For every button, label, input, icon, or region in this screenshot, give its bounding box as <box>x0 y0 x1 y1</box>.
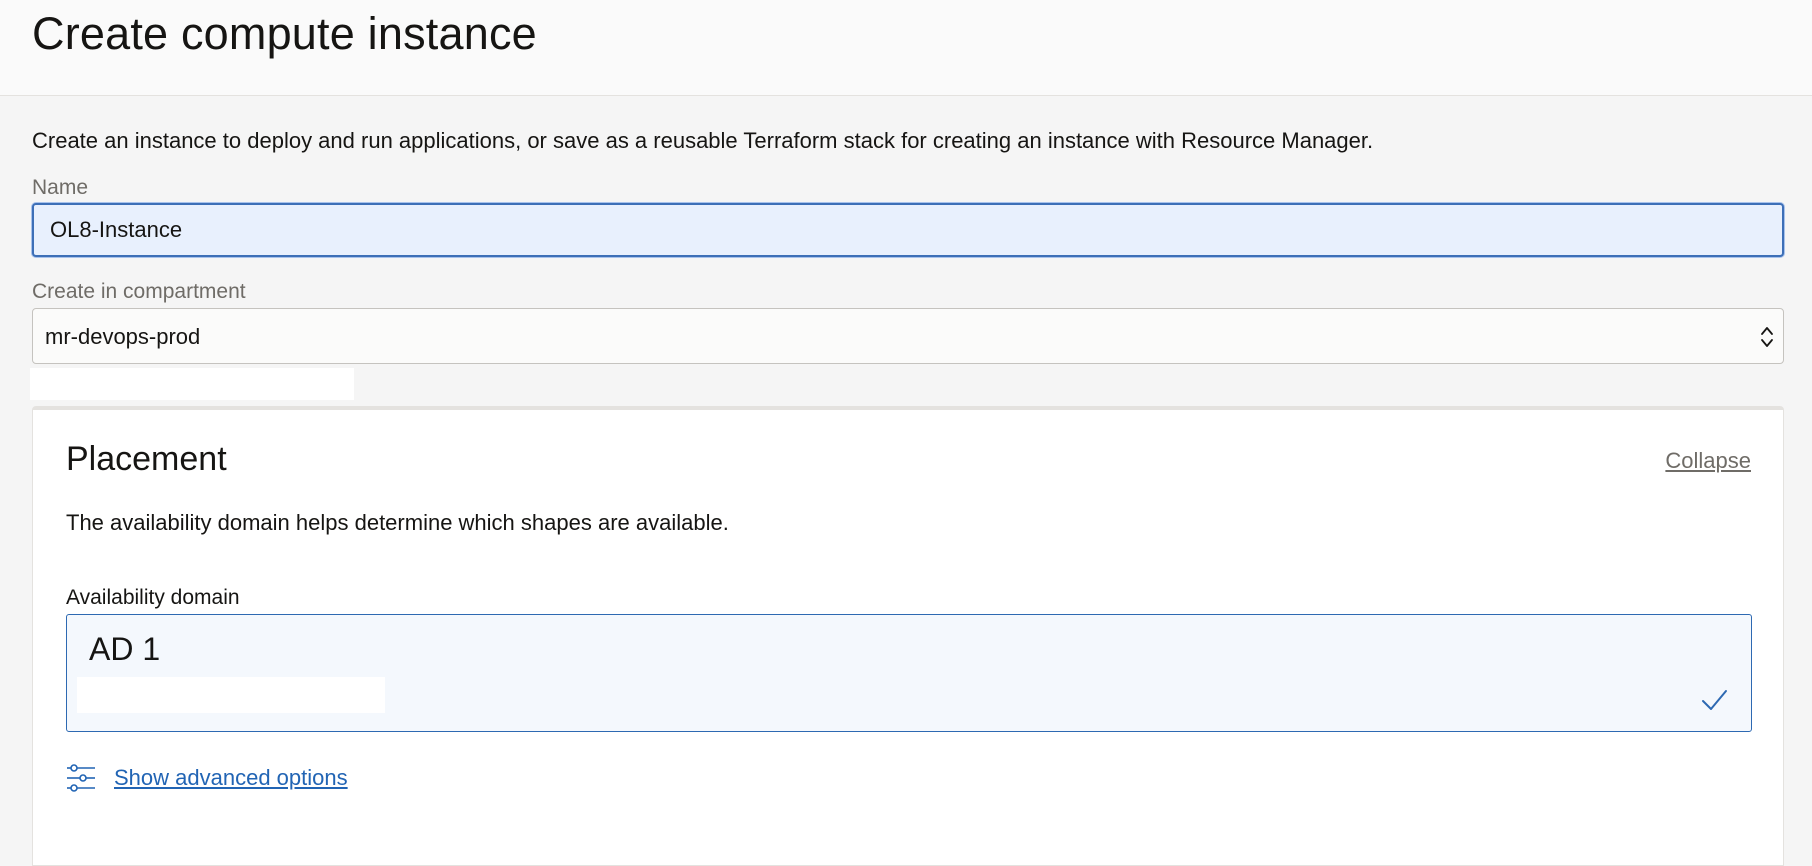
compartment-select[interactable]: mr-devops-prod <box>32 308 1784 364</box>
intro-text: Create an instance to deploy and run app… <box>32 128 1374 153</box>
sliders-icon <box>67 764 95 792</box>
check-icon <box>1702 690 1727 710</box>
name-input[interactable] <box>32 203 1784 257</box>
show-advanced-options-link[interactable]: Show advanced options <box>114 765 348 791</box>
availability-domain-name: AD 1 <box>89 631 161 667</box>
redacted-area <box>30 368 354 400</box>
compartment-label: Create in compartment <box>32 280 246 303</box>
show-advanced-options[interactable]: Show advanced options <box>66 760 348 796</box>
page-title: Create compute instance <box>32 8 537 59</box>
availability-domain-option[interactable]: AD 1 <box>66 614 1752 732</box>
page-header: Create compute instance <box>0 0 1812 96</box>
name-label: Name <box>32 176 89 199</box>
compartment-value: mr-devops-prod <box>45 324 201 349</box>
placement-description: The availability domain helps determine … <box>66 510 729 535</box>
placement-section: Placement Collapse The availability doma… <box>32 406 1784 866</box>
placement-title: Placement <box>66 440 227 478</box>
availability-domain-label: Availability domain <box>66 586 240 609</box>
collapse-link[interactable]: Collapse <box>1665 448 1751 474</box>
chevron-updown-icon <box>1761 327 1773 347</box>
redacted-area <box>77 677 385 713</box>
